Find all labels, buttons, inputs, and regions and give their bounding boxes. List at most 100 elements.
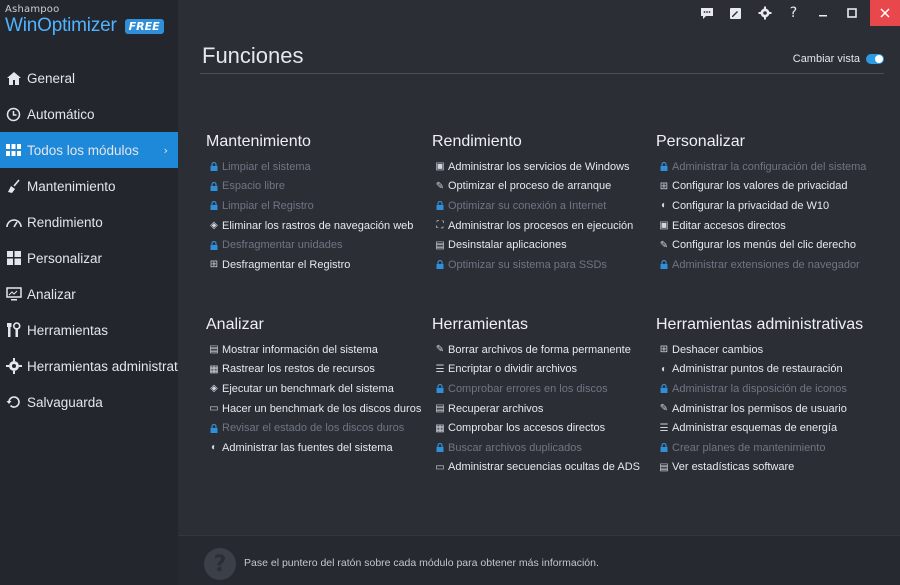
module-item[interactable]: ✎ Optimizar el proceso de arranque xyxy=(432,177,657,197)
module-item[interactable]: Administrar la configuración del sistema xyxy=(656,157,881,177)
module-item[interactable]: ▣ Administrar los servicios de Windows xyxy=(432,157,657,177)
lock-icon xyxy=(656,260,672,270)
module-item[interactable]: Buscar archivos duplicados xyxy=(432,438,657,458)
module-item[interactable]: ✎ Configurar los menús del clic derecho xyxy=(656,235,881,255)
module-item[interactable]: Administrar la disposición de iconos xyxy=(656,379,881,399)
sidebar-item-salvaguarda[interactable]: Salvaguarda xyxy=(0,384,178,420)
module-icon: ▭ xyxy=(209,403,219,415)
module-label: Hacer un benchmark de los discos duros xyxy=(222,402,422,415)
module-icon: ▤ xyxy=(435,403,445,415)
lock-icon xyxy=(432,201,448,211)
module-list: ⊞ Deshacer cambios ◐ Administrar puntos de … xyxy=(656,340,881,477)
sidebar-item-general[interactable]: General xyxy=(0,60,178,96)
module-item[interactable]: ✎ Administrar los permisos de usuario xyxy=(656,399,881,419)
sidebar-item-label: General xyxy=(27,70,76,86)
footer-hint: Pase el puntero del ratón sobre cada mód… xyxy=(244,557,599,569)
module-item[interactable]: Crear planes de mantenimiento xyxy=(656,438,881,458)
section-title: Rendimiento xyxy=(432,133,522,150)
module-label: Limpiar el Registro xyxy=(222,199,314,212)
lock-icon xyxy=(656,384,672,394)
module-item[interactable]: Desfragmentar unidades xyxy=(206,235,431,255)
module-label: Configurar los menús del clic derecho xyxy=(672,239,857,252)
module-item[interactable]: ◐ Configurar la privacidad de W10 xyxy=(656,196,881,216)
lock-icon xyxy=(206,240,222,250)
module-item[interactable]: Optimizar su sistema para SSDs xyxy=(432,255,657,275)
module-item[interactable]: ☰ Encriptar o dividir archivos xyxy=(432,360,657,380)
module-item[interactable]: ◈ Ejecutar un benchmark del sistema xyxy=(206,379,431,399)
module-item[interactable]: ▤ Recuperar archivos xyxy=(432,399,657,419)
sidebar-item-label: Automático xyxy=(27,106,95,122)
module-label: Borrar archivos de forma permanente xyxy=(448,343,631,356)
module-icon: ⛶ xyxy=(436,220,444,232)
module-item[interactable]: ◐ Administrar las fuentes del sistema xyxy=(206,438,431,458)
module-label: Administrar los permisos de usuario xyxy=(672,402,847,415)
sidebar-item-analizar[interactable]: Analizar xyxy=(0,276,178,312)
lock-icon xyxy=(206,423,222,433)
module-label: Administrar los procesos en ejecución xyxy=(448,219,634,232)
module-item[interactable]: ◈ Eliminar los rastros de navegación web xyxy=(206,216,431,236)
view-toggle[interactable]: Cambiar vista xyxy=(793,53,884,65)
home-icon xyxy=(0,71,27,86)
module-item[interactable]: ⊞ Configurar los valores de privacidad xyxy=(656,177,881,197)
sidebar-item-todos-los-módulos[interactable]: Todos los módulos › xyxy=(0,132,178,168)
sidebar-item-herramientas[interactable]: Herramientas xyxy=(0,312,178,348)
sidebar-item-herramientas-administrat[interactable]: Herramientas administrat xyxy=(0,348,178,384)
module-icon: ✎ xyxy=(659,239,669,251)
module-item[interactable]: ▣ Editar accesos directos xyxy=(656,216,881,236)
module-label: Deshacer cambios xyxy=(672,343,764,356)
module-item[interactable]: ☰ Administrar esquemas de energía xyxy=(656,418,881,438)
module-label: Administrar secuencias ocultas de ADS xyxy=(448,461,640,474)
module-item[interactable]: ⊞ Deshacer cambios xyxy=(656,340,881,360)
module-item[interactable]: ▭ Administrar secuencias ocultas de ADS xyxy=(432,458,657,478)
module-item[interactable]: Optimizar su conexión a Internet xyxy=(432,196,657,216)
sidebar-item-automático[interactable]: Automático xyxy=(0,96,178,132)
module-item[interactable]: Espacio libre xyxy=(206,177,431,197)
module-item[interactable]: ▦ Comprobar los accesos directos xyxy=(432,418,657,438)
module-item[interactable]: ▭ Hacer un benchmark de los discos duros xyxy=(206,399,431,419)
module-icon: ◈ xyxy=(210,383,218,395)
lock-icon xyxy=(206,181,222,191)
sidebar-item-personalizar[interactable]: Personalizar xyxy=(0,240,178,276)
module-label: Administrar las fuentes del sistema xyxy=(222,441,393,454)
module-item[interactable]: Limpiar el sistema xyxy=(206,157,431,177)
gear-icon xyxy=(0,358,27,374)
module-label: Optimizar su conexión a Internet xyxy=(448,199,607,212)
module-item[interactable]: ▤ Mostrar información del sistema xyxy=(206,340,431,360)
module-label: Desfragmentar el Registro xyxy=(222,258,351,271)
sidebar-item-label: Herramientas administrat xyxy=(27,358,178,374)
module-item[interactable]: ▦ Rastrear los restos de recursos xyxy=(206,360,431,380)
module-item[interactable]: Administrar extensiones de navegador xyxy=(656,255,881,275)
module-item[interactable]: Revisar el estado de los discos duros xyxy=(206,418,431,438)
module-item[interactable]: ⛶ Administrar los procesos en ejecución xyxy=(432,216,657,236)
module-label: Administrar la configuración del sistema xyxy=(672,160,867,173)
module-list: ✎ Borrar archivos de forma permanente ☰ Enc… xyxy=(432,340,657,477)
module-label: Espacio libre xyxy=(222,180,285,193)
toggle-switch[interactable] xyxy=(866,54,884,64)
broom-icon xyxy=(0,178,27,194)
view-toggle-label: Cambiar vista xyxy=(792,53,860,65)
sidebar-item-rendimiento[interactable]: Rendimiento xyxy=(0,204,178,240)
module-icon: ◐ xyxy=(660,200,668,212)
sidebar-item-mantenimiento[interactable]: Mantenimiento xyxy=(0,168,178,204)
module-item[interactable]: ✎ Borrar archivos de forma permanente xyxy=(432,340,657,360)
module-item[interactable]: ▤ Ver estadísticas software xyxy=(656,458,881,478)
module-icon: ▤ xyxy=(659,461,669,473)
module-item[interactable]: ◐ Administrar puntos de restauración xyxy=(656,360,881,380)
section-rendimiento: Rendimiento ▣ Administrar los servicios de… xyxy=(432,133,657,275)
sidebar-item-label: Salvaguarda xyxy=(27,394,103,410)
module-item[interactable]: Comprobar errores en los discos xyxy=(432,379,657,399)
lock-icon xyxy=(432,384,448,394)
module-label: Mostrar información del sistema xyxy=(222,343,378,356)
module-item[interactable]: Limpiar el Registro xyxy=(206,196,431,216)
module-label: Eliminar los rastros de navegación web xyxy=(222,219,414,232)
app-logo: Ashampoo WinOptimizer FREE xyxy=(5,4,164,37)
sidebar-item-label: Rendimiento xyxy=(27,214,103,230)
module-item[interactable]: ⊞ Desfragmentar el Registro xyxy=(206,255,431,275)
module-icon: ◐ xyxy=(660,363,668,375)
module-item[interactable]: ▤ Desinstalar aplicaciones xyxy=(432,235,657,255)
module-list: Limpiar el sistema Espacio libre Limpiar e… xyxy=(206,157,431,275)
module-icon: ⊞ xyxy=(659,344,669,356)
brand-name: WinOptimizer xyxy=(5,15,117,36)
speedometer-icon xyxy=(0,216,27,228)
module-label: Ver estadísticas software xyxy=(672,461,795,474)
